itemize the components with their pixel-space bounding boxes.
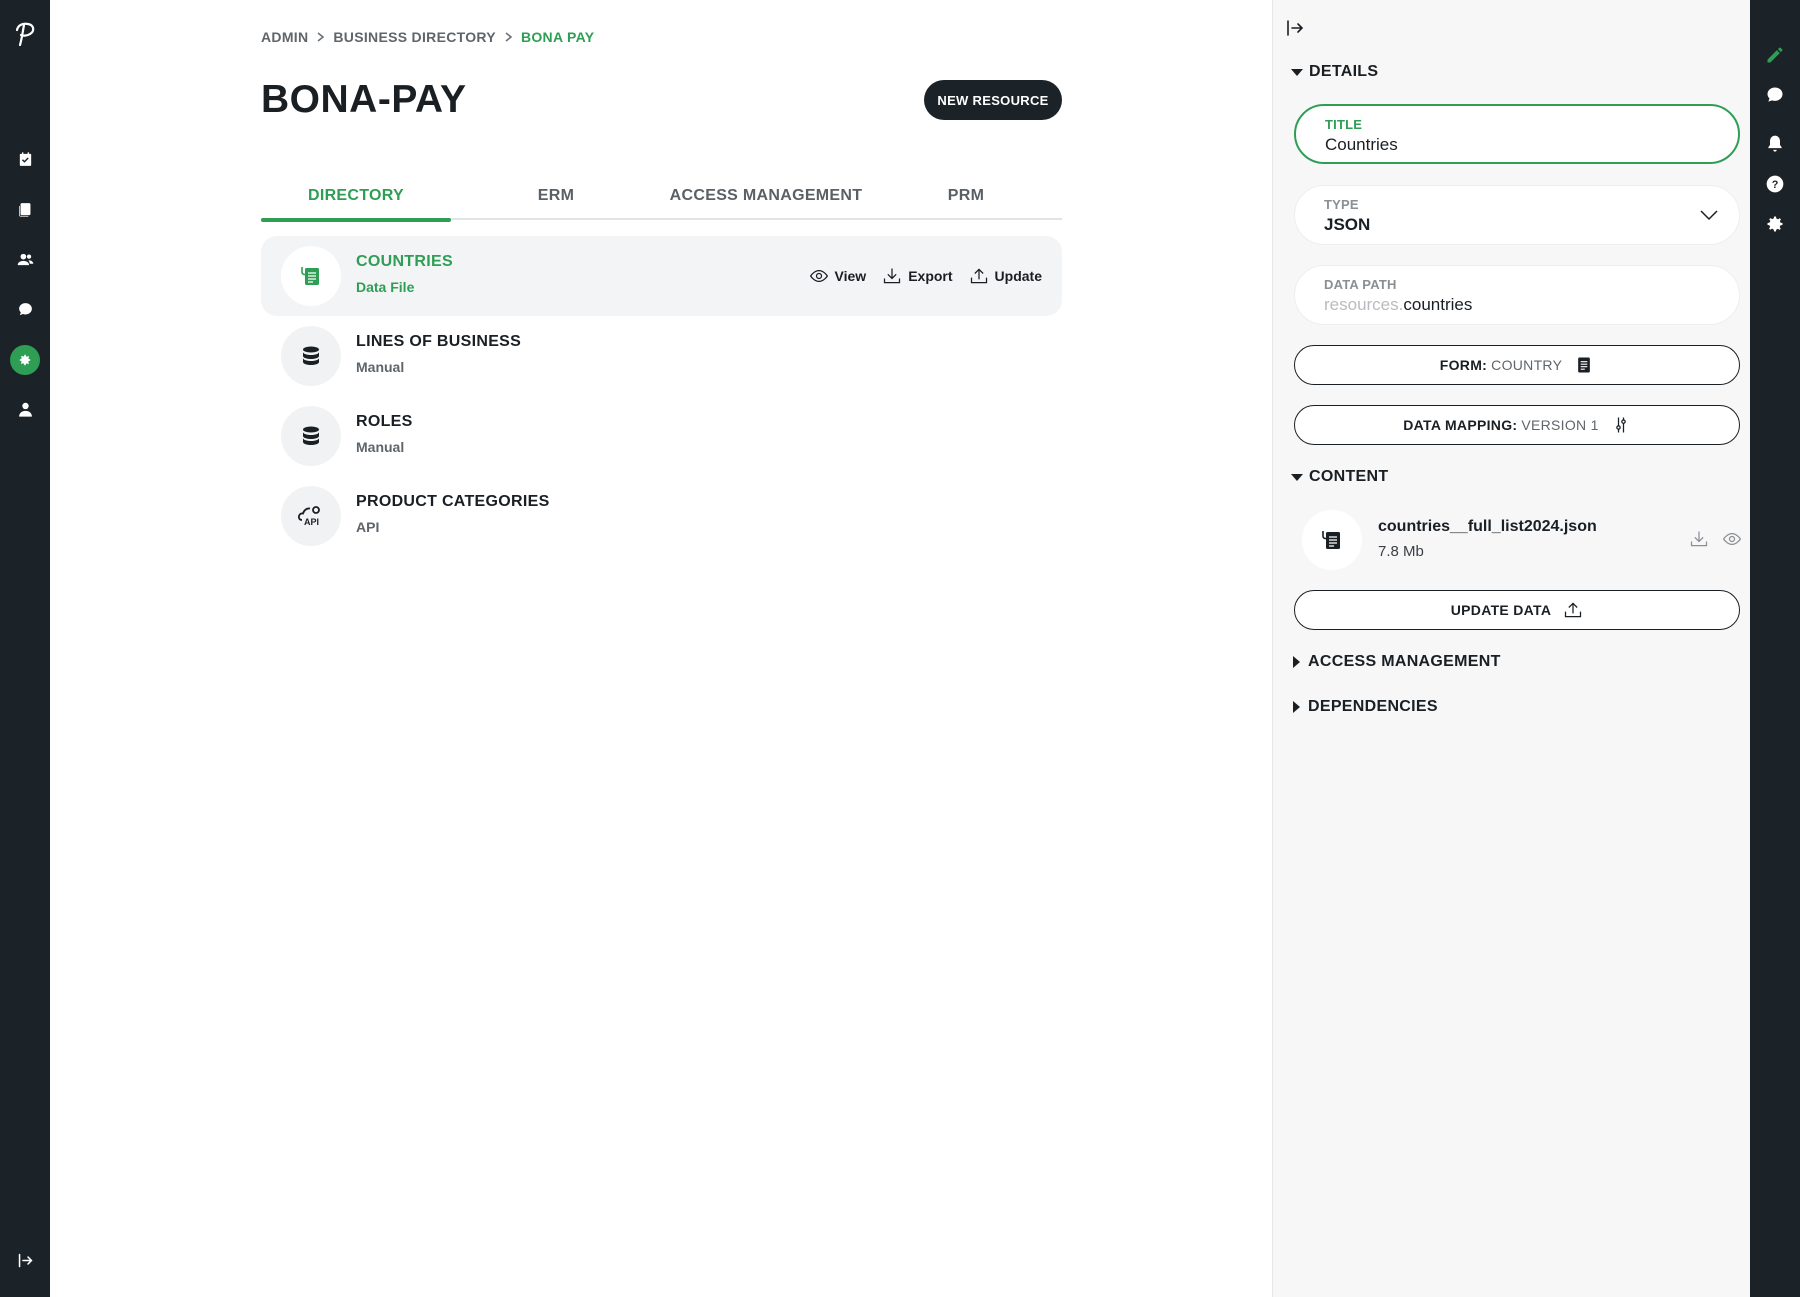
type-value: JSON [1324,215,1371,234]
caret-down-icon [1291,473,1303,481]
content-file-row: countries__full_list2024.json 7.8 Mb [1294,505,1742,575]
upload-icon [970,268,987,284]
title-input[interactable]: Countries [1325,135,1398,155]
chevron-right-icon [316,29,325,45]
comments-icon[interactable] [1763,83,1787,107]
file-name: countries__full_list2024.json [1378,518,1597,535]
resource-list: COUNTRIES Data File View Export Update L… [261,236,1062,556]
edit-pencil-icon[interactable] [1763,43,1787,67]
resource-name: LINES OF BUSINESS [356,333,522,350]
caret-down-icon [1291,68,1303,76]
right-tool-rail: ? [1750,0,1800,1297]
left-nav-rail [0,0,50,1297]
tab-prm[interactable]: PRM [871,172,1061,220]
breadcrumb: ADMIN BUSINESS DIRECTORY BONA PAY [261,29,594,45]
resource-item-countries[interactable]: COUNTRIES Data File View Export Update [261,236,1062,316]
resource-item-product-categories[interactable]: API PRODUCT CATEGORIES API [261,476,1062,556]
field-label: TITLE [1325,117,1363,132]
download-icon [884,268,901,284]
collapse-panel-icon[interactable] [1285,18,1307,40]
resource-type: Manual [356,359,405,375]
file-size: 7.8 Mb [1378,543,1424,560]
tab-directory[interactable]: DIRECTORY [261,172,451,222]
app-logo-icon[interactable] [10,20,40,50]
data-path-field[interactable]: DATA PATH resources.countries [1294,265,1740,325]
download-file-icon[interactable] [1689,529,1711,551]
breadcrumb-item-admin[interactable]: ADMIN [261,29,308,45]
form-country-button[interactable]: FORM: COUNTRY [1294,345,1740,385]
chevron-down-icon[interactable] [1699,208,1719,227]
upload-icon [1565,602,1582,618]
json-file-icon [1302,510,1362,570]
field-label: TYPE [1324,197,1359,212]
resource-actions: View Export Update [809,266,1042,286]
svg-text:API: API [304,517,319,527]
api-cloud-icon: API [281,486,341,546]
expand-sidebar-icon[interactable] [10,1245,40,1275]
resource-type: Manual [356,439,405,455]
access-management-section-toggle[interactable]: ACCESS MANAGEMENT [1291,653,1501,671]
update-button[interactable]: Update [969,266,1042,286]
settings-gear-icon[interactable] [1763,212,1787,236]
page-title: BONA-PAY [261,78,467,121]
resource-name: ROLES [356,413,413,430]
caret-right-icon [1293,656,1300,668]
resource-type: Data File [356,279,415,295]
breadcrumb-current: BONA PAY [520,29,595,45]
svg-text:?: ? [1772,179,1779,191]
chevron-right-icon [504,29,513,45]
tab-bar: DIRECTORY ERM ACCESS MANAGEMENT PRM [261,172,1062,222]
data-path-input[interactable]: resources.countries [1324,295,1472,315]
tab-access-management[interactable]: ACCESS MANAGEMENT [661,172,871,220]
update-data-button[interactable]: UPDATE DATA [1294,590,1740,630]
sliders-icon [1615,417,1626,433]
content-section-toggle[interactable]: CONTENT [1291,468,1388,486]
tab-erm[interactable]: ERM [451,172,661,220]
chat-icon[interactable] [10,294,40,324]
dependencies-section-toggle[interactable]: DEPENDENCIES [1291,698,1438,716]
new-resource-button[interactable]: NEW RESOURCE [924,80,1062,120]
title-field[interactable]: TITLE Countries [1294,104,1740,164]
field-label: DATA PATH [1324,277,1397,292]
resource-name: PRODUCT CATEGORIES [356,493,550,510]
eye-icon [809,269,828,283]
resource-name: COUNTRIES [356,253,453,270]
resource-type: API [356,519,380,535]
caret-right-icon [1293,701,1300,713]
help-icon[interactable]: ? [1763,172,1787,196]
notifications-bell-icon[interactable] [1763,132,1787,156]
users-icon[interactable] [10,244,40,274]
database-icon [281,326,341,386]
details-panel: DETAILS TITLE Countries TYPE JSON DATA P… [1272,0,1750,1297]
resource-item-roles[interactable]: ROLES Manual [261,396,1062,476]
export-button[interactable]: Export [882,266,953,286]
breadcrumb-item-business-directory[interactable]: BUSINESS DIRECTORY [333,29,496,45]
data-file-icon [281,246,341,306]
form-icon [1578,357,1591,373]
view-button[interactable]: View [809,266,866,286]
type-select[interactable]: TYPE JSON [1294,185,1740,245]
calendar-check-icon[interactable] [10,144,40,174]
user-profile-icon[interactable] [10,394,40,424]
main-content: ADMIN BUSINESS DIRECTORY BONA PAY BONA-P… [50,0,1272,1297]
resource-item-lines-of-business[interactable]: LINES OF BUSINESS Manual [261,316,1062,396]
details-section-toggle[interactable]: DETAILS [1291,63,1378,81]
data-mapping-button[interactable]: DATA MAPPING: VERSION 1 [1294,405,1740,445]
settings-gear-icon[interactable] [10,345,40,375]
preview-file-eye-icon[interactable] [1722,529,1744,551]
documents-icon[interactable] [10,194,40,224]
database-icon [281,406,341,466]
